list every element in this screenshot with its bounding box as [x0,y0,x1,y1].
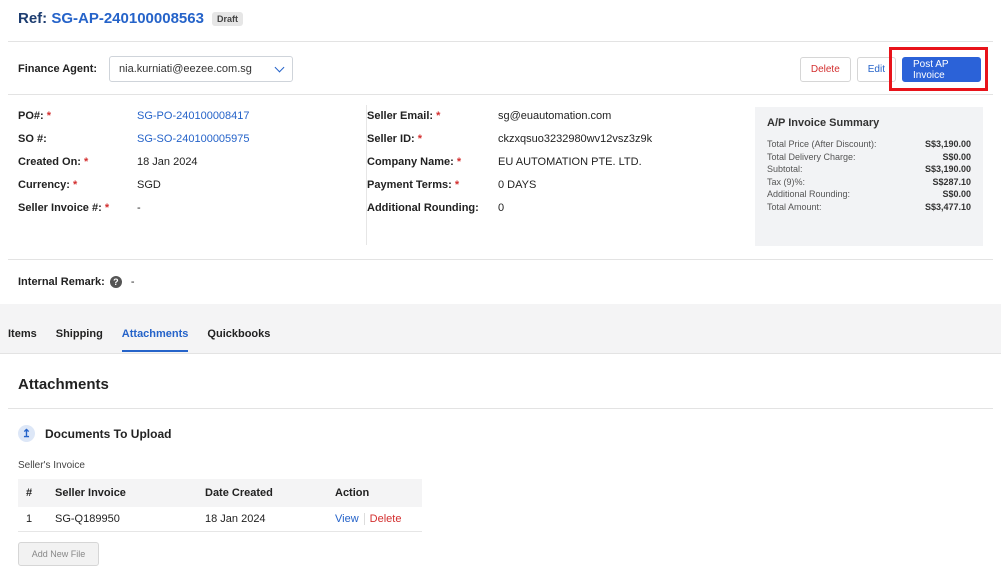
finance-agent-label: Finance Agent: [18,63,98,75]
tab-quickbooks[interactable]: Quickbooks [207,328,270,352]
sellers-invoice-label: Seller's Invoice [18,460,85,471]
tab-items[interactable]: Items [8,328,37,352]
divider [8,259,993,260]
seller-id-label: Seller ID: * [367,133,423,145]
table-header-row: # Seller Invoice Date Created Action [18,479,422,507]
column-header: # [18,479,47,507]
summary-row: Total Amount: S$3,477.10 [767,201,971,212]
company-name-value: EU AUTOMATION PTE. LTD. [498,156,642,168]
created-on-value: 18 Jan 2024 [137,156,198,168]
documents-title: Documents To Upload [45,426,172,441]
seller-invoice-value: - [137,202,141,214]
date-created-cell: 18 Jan 2024 [197,507,327,532]
column-header: Action [327,479,422,507]
payment-terms-value: 0 DAYS [498,179,537,191]
page-title: Ref: SG-AP-240100008563 [18,10,204,27]
seller-invoice-label: Seller Invoice #: * [18,202,110,214]
attachments-table: # Seller Invoice Date Created Action 1 S… [18,479,422,532]
delete-button[interactable]: Delete [799,57,851,82]
ref-number: SG-AP-240100008563 [51,10,204,27]
finance-agent-row: Finance Agent: nia.kurniati@eezee.com.sg [18,56,294,82]
payment-terms-label: Payment Terms: * [367,179,460,191]
column-divider [366,105,367,245]
internal-remark-label: Internal Remark: [18,276,105,288]
summary-row: Additional Rounding: S$0.00 [767,189,971,200]
internal-remark-value: - [130,276,135,288]
documents-to-upload: ↥ Documents To Upload [18,425,171,442]
ref-prefix: Ref: [18,10,48,27]
table-row: 1 SG-Q189950 18 Jan 2024 View Delete [18,507,422,532]
view-link[interactable]: View [335,512,365,525]
add-new-file-button[interactable]: Add New File [18,542,99,566]
so-label: SO #: [18,133,47,145]
summary-row: Subtotal: S$3,190.00 [767,164,971,175]
currency-value: SGD [137,179,161,191]
summary-row: Tax (9)%: S$287.10 [767,176,971,187]
finance-agent-select[interactable]: nia.kurniati@eezee.com.sg [109,56,294,82]
company-name-label: Company Name: * [367,156,462,168]
additional-rounding-value: 0 [498,202,505,214]
seller-invoice-cell: SG-Q189950 [47,507,197,532]
invoice-summary: A/P Invoice Summary Total Price (After D… [755,107,983,246]
attachments-title: Attachments [18,376,109,393]
po-label: PO#: * [18,110,52,122]
column-header: Seller Invoice [47,479,197,507]
additional-rounding-label: Additional Rounding: [367,202,479,214]
tab-attachments[interactable]: Attachments [121,328,189,352]
internal-remark: Internal Remark: ? - [18,276,134,288]
divider [8,94,993,95]
seller-email-label: Seller Email: * [367,110,441,122]
help-icon[interactable]: ? [109,276,122,288]
status-badge: Draft [211,11,243,26]
finance-agent-value: nia.kurniati@eezee.com.sg [119,63,252,75]
tab-bar: Items Shipping Attachments Quickbooks [8,328,270,352]
upload-icon: ↥ [18,425,35,442]
tab-underline [0,353,1001,354]
divider [8,41,993,42]
chevron-down-icon [274,62,285,72]
po-link[interactable]: SG-PO-240100008417 [137,110,250,122]
summary-row: Total Delivery Charge: S$0.00 [767,151,971,162]
delete-link[interactable]: Delete [365,513,402,525]
seller-email-value: sg@euautomation.com [498,110,612,122]
action-cell: View Delete [327,507,422,532]
row-number: 1 [18,507,47,532]
currency-label: Currency: * [18,179,78,191]
created-on-label: Created On: * [18,156,89,168]
seller-id-value: ckzxqsuo3232980wv12vsz3z9k [498,133,653,145]
column-header: Date Created [197,479,327,507]
highlight-box [889,47,988,91]
divider [8,408,993,409]
tab-shipping[interactable]: Shipping [56,328,103,352]
page-header: Ref: SG-AP-240100008563 Draft [18,10,243,27]
summary-row: Total Price (After Discount): S$3,190.00 [767,139,971,149]
so-link[interactable]: SG-SO-240100005975 [137,133,250,145]
summary-title: A/P Invoice Summary [767,117,880,129]
